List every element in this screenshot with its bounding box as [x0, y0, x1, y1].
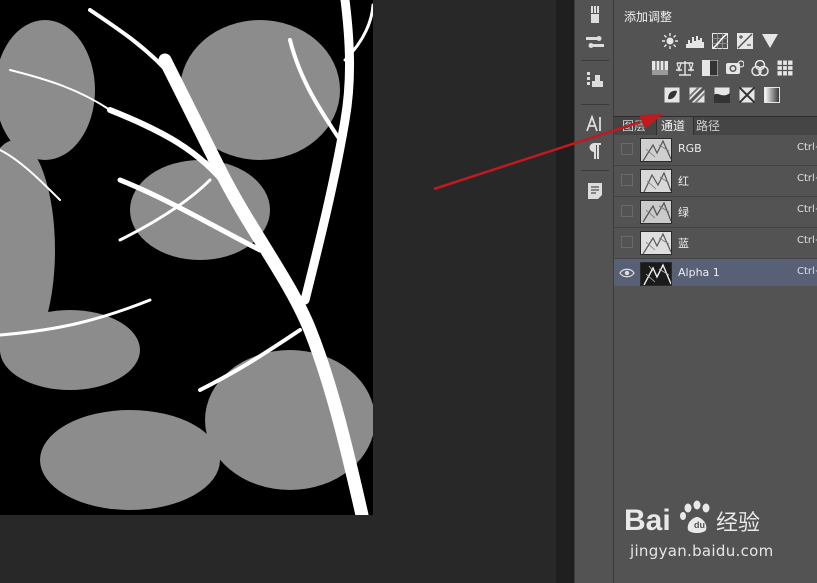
invert-icon[interactable] — [663, 86, 681, 104]
visibility-toggle[interactable] — [621, 205, 633, 217]
watermark-url: jingyan.baidu.com — [630, 542, 774, 560]
baidu-logo: Bai du 经验 — [624, 500, 760, 537]
adjustments-row-1 — [661, 32, 779, 50]
channel-name: 红 — [678, 175, 689, 188]
clone-source-icon[interactable] — [583, 68, 607, 90]
svg-text:du: du — [694, 520, 705, 530]
panel-icon-strip — [574, 0, 614, 583]
brightness-contrast-icon[interactable] — [661, 32, 679, 50]
channel-shortcut: Ctrl+4 — [797, 204, 817, 215]
channel-thumbnail — [640, 138, 672, 162]
levels-icon[interactable] — [686, 32, 704, 50]
adjustments-title: 添加调整 — [624, 10, 673, 24]
visibility-toggle[interactable] — [621, 236, 633, 248]
tab-channels-label: 通道 — [661, 119, 686, 133]
exposure-icon[interactable] — [736, 32, 754, 50]
channel-thumbnail — [640, 200, 672, 224]
channel-shortcut: Ctrl+3 — [797, 173, 817, 184]
svg-text:Bai: Bai — [624, 504, 671, 537]
channel-row-blue[interactable]: 蓝 Ctrl+5 — [614, 228, 817, 259]
document-workspace — [0, 0, 556, 583]
adjustments-row-2 — [651, 59, 794, 77]
threshold-icon[interactable] — [713, 86, 731, 104]
eye-icon[interactable] — [619, 267, 635, 279]
channel-thumbnail — [640, 231, 672, 255]
black-white-icon[interactable] — [701, 59, 719, 77]
document-canvas[interactable] — [0, 0, 373, 515]
notes-icon[interactable] — [583, 180, 607, 202]
character-icon[interactable] — [583, 113, 607, 135]
tab-paths-label: 路径 — [696, 119, 721, 133]
gradient-map-icon[interactable] — [763, 86, 781, 104]
channel-row-red[interactable]: 红 Ctrl+3 — [614, 166, 817, 197]
channels-list: RGB Ctrl+2 红 Ctrl+3 绿 Ctrl+4 蓝 Ctrl+5 — [614, 135, 817, 290]
channel-shortcut: Ctrl+6 — [797, 266, 817, 277]
brush-presets-icon[interactable] — [583, 4, 607, 26]
tab-layers-label: 图层 — [622, 119, 647, 133]
paragraph-icon[interactable] — [583, 140, 607, 162]
hue-saturation-icon[interactable] — [651, 59, 669, 77]
visibility-toggle[interactable] — [621, 174, 633, 186]
channel-thumbnail — [640, 262, 672, 286]
channel-shortcut: Ctrl+5 — [797, 235, 817, 246]
tab-paths[interactable]: 路径 — [696, 117, 730, 136]
baidu-jingyan-watermark: Bai du 经验 jingyan.baidu.com — [620, 490, 817, 570]
channel-name: 绿 — [678, 206, 689, 219]
color-balance-icon[interactable] — [676, 59, 694, 77]
panel-tabs: 图层 通道 路径 — [614, 116, 817, 137]
channel-shortcut: Ctrl+2 — [797, 142, 817, 153]
channel-name: RGB — [678, 142, 702, 155]
tab-layers[interactable]: 图层 — [622, 117, 652, 136]
tree-image — [0, 0, 373, 515]
adjustments-row-3 — [663, 86, 781, 104]
vibrance-icon[interactable] — [761, 32, 779, 50]
tab-channels[interactable]: 通道 — [656, 117, 694, 136]
curves-icon[interactable] — [711, 32, 729, 50]
channel-name: 蓝 — [678, 237, 689, 250]
channel-thumbnail — [640, 169, 672, 193]
channel-row-rgb[interactable]: RGB Ctrl+2 — [614, 135, 817, 166]
panel-gutter — [556, 0, 574, 583]
channel-mixer-icon[interactable] — [751, 59, 769, 77]
selective-color-icon[interactable] — [738, 86, 756, 104]
svg-text:经验: 经验 — [716, 511, 760, 536]
brush-settings-icon[interactable] — [583, 32, 607, 54]
photo-filter-icon[interactable] — [726, 59, 744, 77]
color-lookup-icon[interactable] — [776, 59, 794, 77]
posterize-icon[interactable] — [688, 86, 706, 104]
channel-name: Alpha 1 — [678, 266, 720, 279]
visibility-toggle[interactable] — [621, 143, 633, 155]
channel-row-green[interactable]: 绿 Ctrl+4 — [614, 197, 817, 228]
